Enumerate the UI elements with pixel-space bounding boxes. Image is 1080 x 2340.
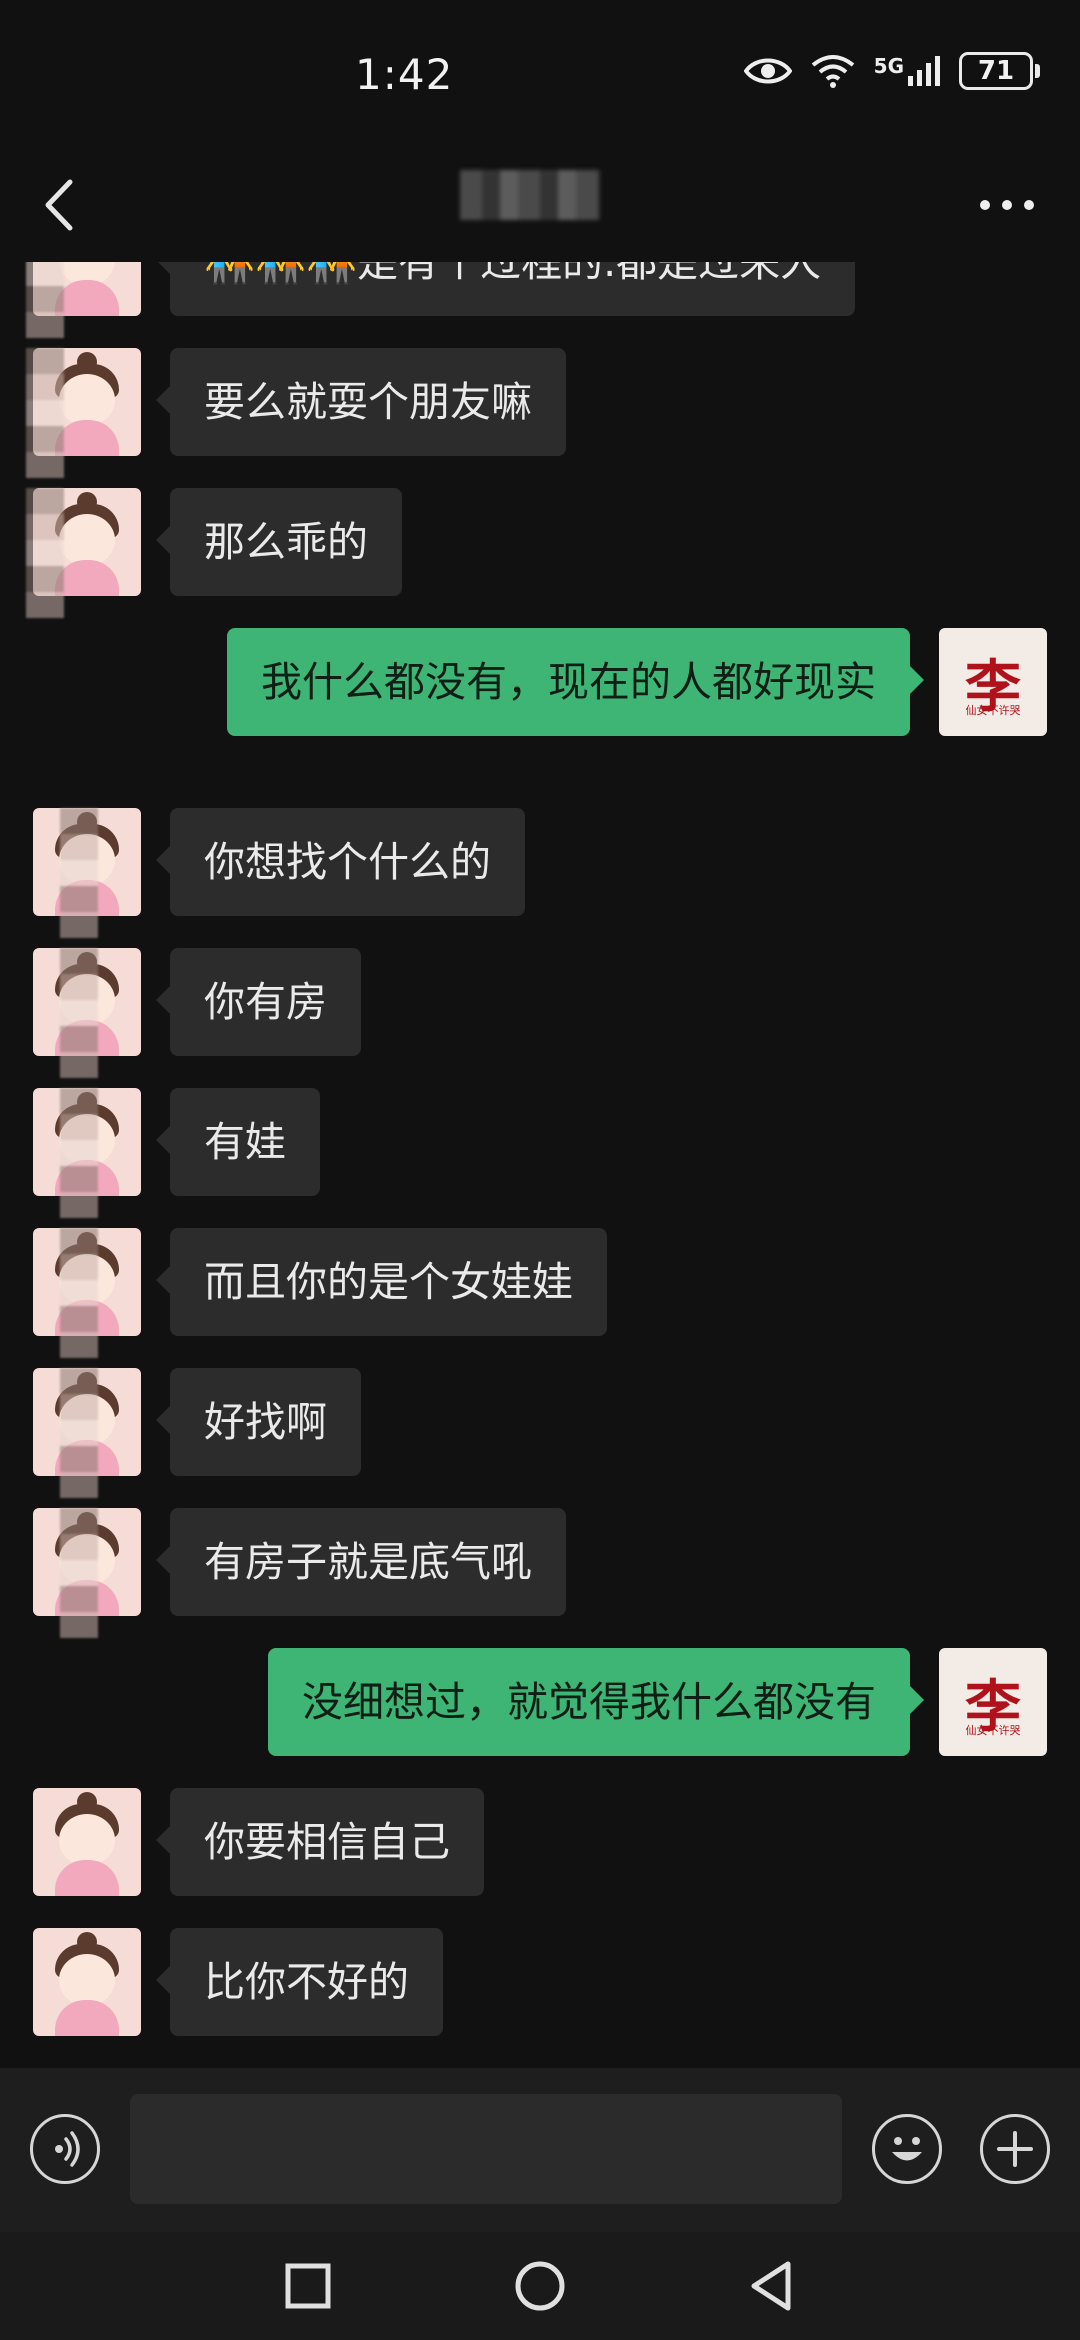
home-icon[interactable] [508, 2254, 572, 2318]
contact-avatar[interactable] [33, 1788, 141, 1896]
received-message-bubble[interactable]: 好找啊 [156, 1368, 361, 1476]
more-icon[interactable] [980, 190, 1050, 220]
pixelation-overlay [60, 1228, 98, 1358]
message-row: 李仙女不许哭 我什么都没有，现在的人都好现实 [0, 628, 1080, 738]
received-message-bubble[interactable]: 你有房 [156, 948, 361, 1056]
message-row: 🧑‍🤝‍🧑🧑‍🤝‍🧑🧑‍🤝‍🧑是有个过程的.都是过来人 [0, 262, 1080, 338]
pixelation-overlay [60, 1088, 98, 1218]
voice-icon[interactable] [30, 2114, 100, 2184]
message-row: 要么就耍个朋友嘛 [0, 348, 1080, 478]
pixelation-overlay [60, 1508, 98, 1638]
received-message-bubble[interactable]: 有娃 [156, 1088, 320, 1196]
signal-icon: 5G [874, 54, 941, 88]
received-message-bubble[interactable]: 有房子就是底气吼 [156, 1508, 566, 1616]
message-row: 你有房 [0, 948, 1080, 1078]
received-message-bubble[interactable]: 你要相信自己 [156, 1788, 484, 1896]
received-message-bubble[interactable]: 你想找个什么的 [156, 808, 525, 916]
message-row: 有房子就是底气吼 [0, 1508, 1080, 1638]
message-input[interactable] [130, 2094, 842, 2204]
sent-message-bubble[interactable]: 我什么都没有，现在的人都好现实 [227, 628, 924, 736]
message-row: 有娃 [0, 1088, 1080, 1218]
wifi-icon [811, 55, 854, 88]
pixelation-overlay [26, 348, 64, 478]
avatar-sub: 仙女不许哭 [965, 704, 1021, 717]
received-message-bubble[interactable]: 🧑‍🤝‍🧑🧑‍🤝‍🧑🧑‍🤝‍🧑是有个过程的.都是过来人 [155, 262, 856, 316]
my-avatar[interactable]: 李仙女不许哭 [939, 628, 1047, 736]
message-row: 你要相信自己 [0, 1788, 1080, 1898]
system-nav-bar [0, 2232, 1080, 2340]
plus-icon[interactable] [980, 2114, 1050, 2184]
input-bar [0, 2068, 1080, 2232]
contact-avatar[interactable] [33, 1928, 141, 2036]
clock: 1:42 [355, 50, 454, 99]
message-row: 你想找个什么的 [0, 808, 1080, 938]
pixelation-overlay [60, 948, 98, 1078]
battery-level: 71 [959, 52, 1033, 90]
back-chevron-icon[interactable] [30, 170, 90, 240]
message-row: 好找啊 [0, 1368, 1080, 1498]
status-icons: 5G 71 [743, 52, 1040, 90]
status-bar: 1:42 5G 71 [0, 0, 1080, 150]
battery-icon: 71 [959, 52, 1040, 90]
received-message-bubble[interactable]: 比你不好的 [156, 1928, 443, 2036]
avatar-sub: 仙女不许哭 [965, 1724, 1021, 1737]
pixelation-overlay [26, 488, 64, 618]
network-label: 5G [873, 54, 904, 78]
message-list[interactable]: 🧑‍🤝‍🧑🧑‍🤝‍🧑🧑‍🤝‍🧑是有个过程的.都是过来人要么就耍个朋友嘛 那么乖的李… [0, 262, 1080, 2068]
emoji-icon[interactable] [872, 2114, 942, 2184]
contact-name-redacted [460, 170, 600, 220]
pixelation-overlay [60, 1368, 98, 1498]
received-message-bubble[interactable]: 要么就耍个朋友嘛 [156, 348, 566, 456]
received-message-bubble[interactable]: 那么乖的 [156, 488, 402, 596]
message-row: 李仙女不许哭 没细想过，就觉得我什么都没有 [0, 1648, 1080, 1758]
pixelation-overlay [26, 262, 64, 338]
my-avatar[interactable]: 李仙女不许哭 [939, 1648, 1047, 1756]
pixelation-overlay [60, 808, 98, 938]
sent-message-bubble[interactable]: 没细想过，就觉得我什么都没有 [268, 1648, 924, 1756]
message-row: 而且你的是个女娃娃 [0, 1228, 1080, 1358]
message-row: 那么乖的 [0, 488, 1080, 618]
recent-apps-icon[interactable] [276, 2254, 340, 2318]
eye-icon [743, 58, 792, 84]
back-icon[interactable] [740, 2254, 804, 2318]
received-message-bubble[interactable]: 而且你的是个女娃娃 [156, 1228, 607, 1336]
message-row: 比你不好的 [0, 1928, 1080, 2038]
